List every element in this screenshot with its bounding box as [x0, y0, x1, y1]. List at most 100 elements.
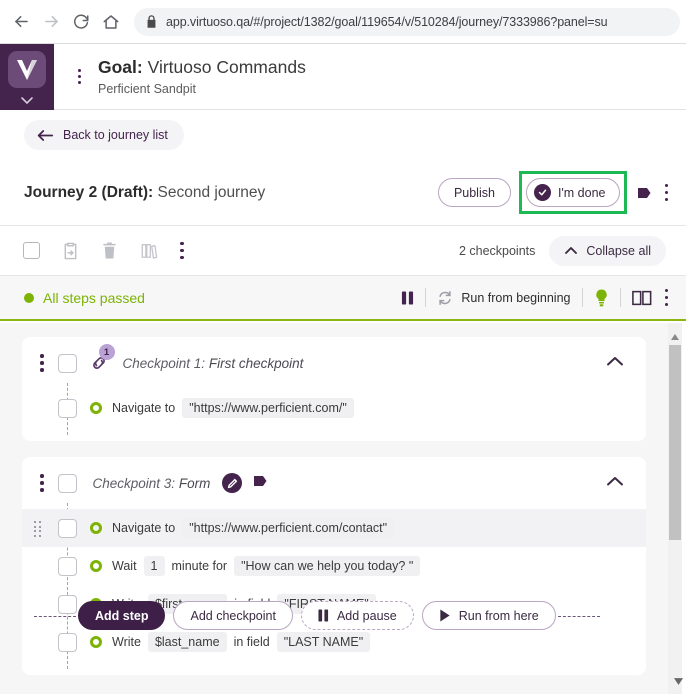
step-checkbox[interactable] [58, 556, 77, 576]
pass-ring-icon [90, 560, 102, 572]
selection-toolbar: 2 checkpoints Collapse all [0, 225, 686, 276]
step-action: Write [112, 635, 141, 649]
goal-name: Virtuoso Commands [147, 57, 306, 78]
scrollbar-thumb[interactable] [669, 345, 681, 540]
add-step-button[interactable]: Add step [78, 601, 166, 630]
edit-pencil-icon[interactable] [222, 473, 243, 493]
dot [77, 75, 81, 78]
chevron-up-icon [607, 477, 623, 486]
journey-name: Journey 2 (Draft): [24, 183, 154, 201]
rail-expand-chevron[interactable] [20, 92, 34, 110]
step-row[interactable]: Wait 1 minute for "How can we help you t… [22, 547, 646, 585]
connector-line-left [34, 615, 76, 617]
status-dot-icon [24, 292, 34, 303]
back-row: Back to journey list [0, 110, 686, 160]
drag-handle-icon[interactable] [34, 521, 41, 537]
content-scrollbar[interactable] [668, 323, 682, 694]
lightbulb-button[interactable] [594, 289, 609, 307]
status-text: All steps passed [43, 289, 145, 306]
dot [40, 368, 44, 372]
pause-icon [318, 609, 329, 622]
browser-back-button[interactable] [6, 7, 36, 37]
run-from-beginning-button[interactable]: Run from beginning [437, 290, 571, 306]
dot [180, 248, 184, 253]
journey-menu-button[interactable] [664, 183, 668, 202]
dot [40, 481, 44, 485]
checkpoint-menu-button[interactable] [40, 474, 44, 492]
clipboard-export-icon[interactable] [62, 241, 79, 260]
arrow-left-icon [14, 15, 28, 28]
address-bar[interactable]: app.virtuoso.qa/#/project/1382/goal/1196… [134, 7, 680, 36]
pause-button[interactable] [401, 290, 414, 306]
collapse-all-button[interactable]: Collapse all [549, 235, 666, 266]
checkpoint-steps: Navigate to "https://www.perficient.com/… [22, 503, 646, 675]
back-to-journey-list-button[interactable]: Back to journey list [24, 120, 184, 150]
arrow-left-icon [37, 129, 54, 141]
back-button-label: Back to journey list [63, 128, 168, 142]
project-name: Perficient Sandpit [98, 81, 196, 96]
page-title: Goal: Virtuoso Commands [98, 57, 306, 79]
browser-reload-button[interactable] [66, 7, 96, 37]
publish-button[interactable]: Publish [437, 178, 511, 207]
step-checkbox[interactable] [58, 518, 77, 538]
checkpoint-link-icon-group[interactable]: 1 [89, 344, 115, 373]
step-chip: "https://www.perficient.com/" [182, 398, 354, 418]
dot [664, 183, 668, 188]
checkpoint-card: 1 Checkpoint 1: First checkpoint Navigat… [22, 337, 646, 441]
toolbar-menu-button[interactable] [180, 241, 184, 260]
virtuoso-logo[interactable] [8, 51, 46, 88]
divider [619, 288, 621, 307]
checkpoint-menu-button[interactable] [40, 354, 44, 372]
add-checkpoint-button[interactable]: Add checkpoint [173, 601, 293, 630]
step-chip: $last_name [147, 632, 227, 652]
home-icon [103, 14, 119, 29]
checkpoint-checkbox[interactable] [57, 473, 77, 493]
dot [77, 81, 81, 84]
checkpoint-collapse-button[interactable] [606, 474, 624, 492]
step-chip: "https://www.perficient.com/contact" [182, 518, 395, 538]
chevron-up-icon [565, 247, 578, 254]
scroll-down-arrow-icon[interactable] [674, 672, 683, 690]
scroll-up-arrow-icon[interactable] [671, 327, 679, 345]
checkpoint-badges [222, 473, 268, 494]
im-done-label: I'm done [557, 185, 606, 200]
step-checkbox[interactable] [58, 398, 77, 418]
play-icon [440, 609, 450, 622]
checkpoint-title: Checkpoint 1: First checkpoint [123, 356, 304, 371]
checkpoint-label: Checkpoint 3: [92, 475, 176, 491]
check-circle-icon [533, 184, 551, 201]
arrow-right-icon [44, 15, 58, 28]
add-pause-button[interactable]: Add pause [300, 601, 414, 630]
checkpoint-collapse-button[interactable] [606, 354, 624, 372]
tag-icon[interactable] [252, 473, 268, 494]
journey-actions: Publish I'm done [437, 171, 668, 214]
select-all-checkbox[interactable] [23, 242, 40, 259]
checkpoint-checkbox[interactable] [57, 353, 77, 373]
library-icon[interactable] [140, 241, 158, 260]
run-from-here-button[interactable]: Run from here [421, 601, 556, 630]
connector-line-right [557, 615, 600, 617]
step-row[interactable]: Navigate to "https://www.perficient.com/… [22, 389, 646, 427]
split-panel-button[interactable] [631, 290, 652, 306]
browser-forward-button[interactable] [36, 7, 66, 37]
goal-menu-button[interactable] [68, 69, 90, 84]
im-done-button[interactable]: I'm done [525, 178, 620, 207]
checkpoint-name: First checkpoint [208, 355, 304, 371]
step-mid: in field [233, 635, 270, 649]
journey-subtitle: Second journey [157, 183, 266, 201]
status-menu-button[interactable] [664, 288, 668, 307]
dot [664, 288, 668, 293]
status-left: All steps passed [24, 290, 145, 306]
logo-v-icon [17, 59, 37, 80]
step-checkbox[interactable] [58, 594, 77, 614]
trash-icon[interactable] [101, 241, 118, 260]
browser-home-button[interactable] [96, 7, 126, 37]
step-row[interactable]: Navigate to "https://www.perficient.com/… [22, 509, 646, 547]
journey-content-scroll[interactable]: 1 Checkpoint 1: First checkpoint Navigat… [0, 323, 668, 694]
step-checkbox[interactable] [58, 632, 77, 652]
checkpoint-card: Checkpoint 3: Form Navigate to "https://… [22, 457, 646, 675]
journey-title: Journey 2 (Draft): Second journey [24, 184, 265, 202]
tag-icon[interactable] [636, 185, 652, 201]
url-text: app.virtuoso.qa/#/project/1382/goal/1196… [166, 14, 608, 29]
lock-icon [146, 15, 157, 28]
